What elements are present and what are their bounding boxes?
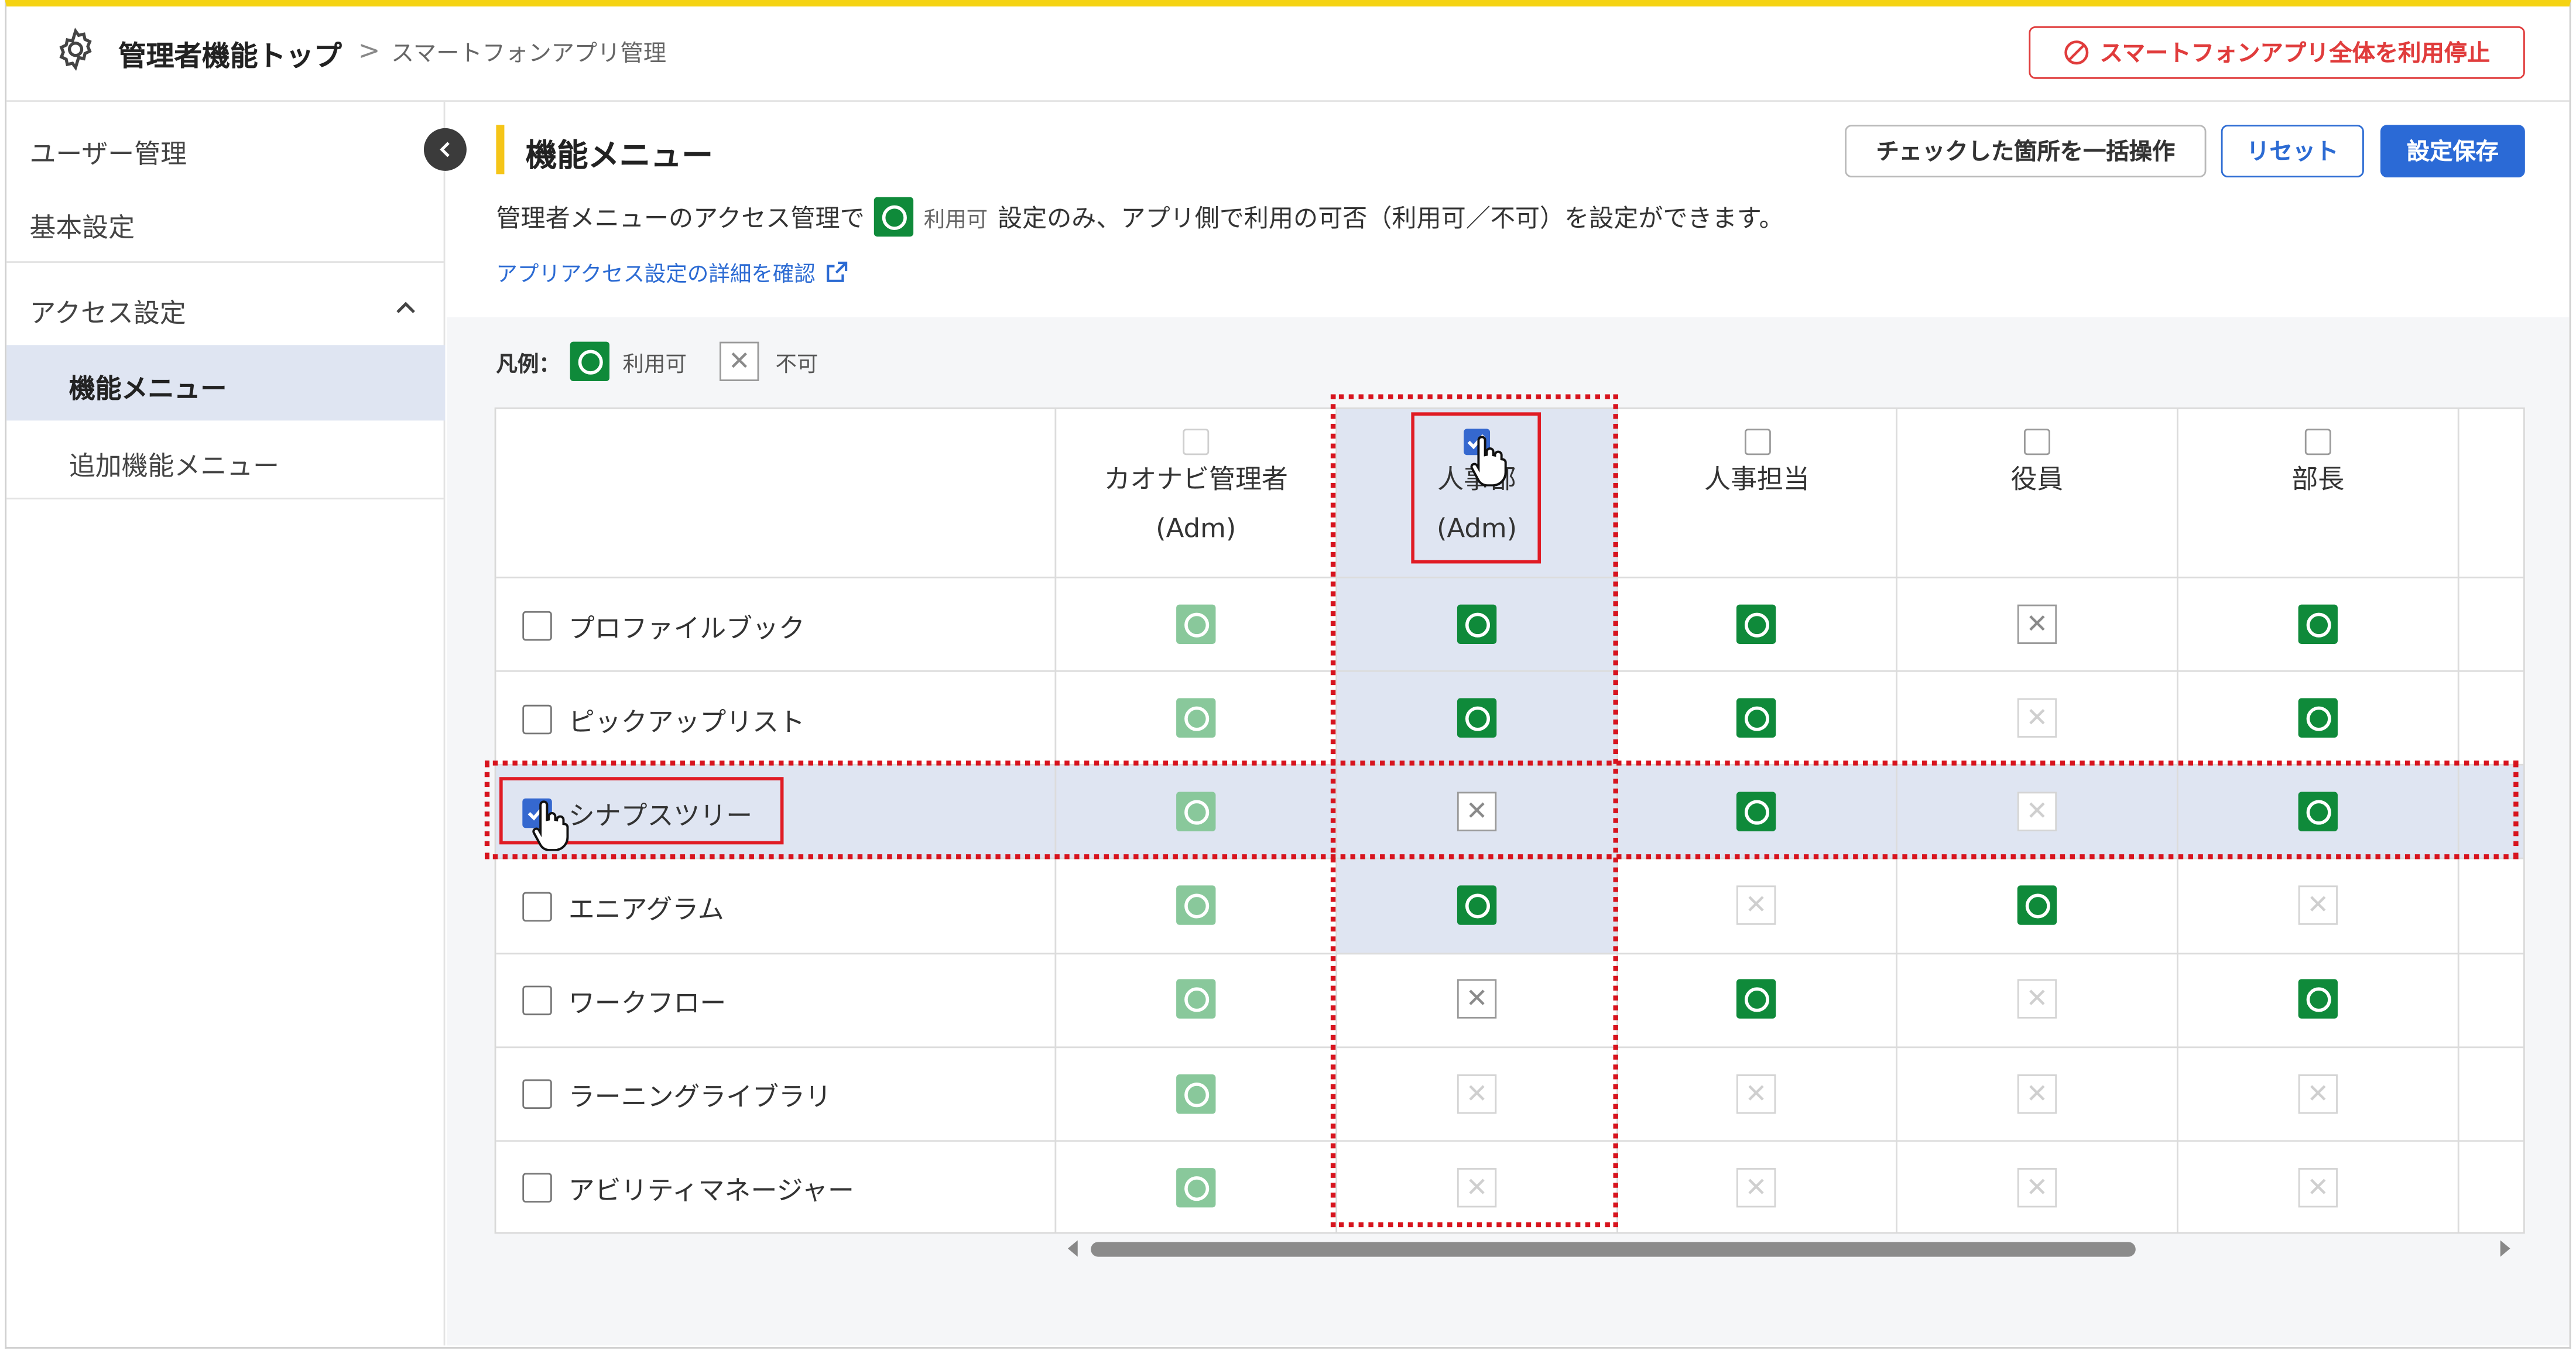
- table-row-label: ピックアップリスト: [522, 700, 805, 739]
- ok-icon: [570, 341, 610, 381]
- column-checkbox[interactable]: [2304, 429, 2331, 455]
- app-root: 管理者機能トップ > スマートフォンアプリ管理 スマートフォンアプリ全体を利用停…: [0, 0, 2576, 1353]
- page-title: 機能メニュー: [525, 138, 713, 174]
- ng-icon[interactable]: ✕: [2017, 979, 2057, 1019]
- ng-icon[interactable]: ✕: [2298, 1074, 2338, 1114]
- row-name: ワークフロー: [568, 987, 727, 1019]
- stop-app-label: スマートフォンアプリ全体を利用停止: [2099, 41, 2491, 68]
- column-header: カオナビ管理者 (Adm): [1056, 409, 1335, 577]
- description-before: 管理者メニューのアクセス管理で: [496, 203, 865, 233]
- ok-icon[interactable]: [1176, 698, 1216, 738]
- chevron-left-icon: [440, 142, 450, 157]
- sidebar: ユーザー管理 基本設定 アクセス設定 機能メニュー 追加機能メニュー: [6, 101, 446, 1346]
- sidebar-item-additional-menu[interactable]: 追加機能メニュー: [69, 444, 279, 483]
- access-detail-link[interactable]: アプリアクセス設定の詳細を確認: [496, 256, 849, 287]
- ng-icon[interactable]: ✕: [1736, 1168, 1776, 1208]
- scroll-left-arrow-icon[interactable]: [1067, 1240, 1078, 1257]
- ng-icon[interactable]: ✕: [2017, 1074, 2057, 1114]
- hand-pointer-icon: [532, 800, 569, 851]
- ng-icon[interactable]: ✕: [2017, 698, 2057, 738]
- legend-label: 凡例：: [496, 352, 560, 377]
- row-checkbox[interactable]: [522, 892, 552, 922]
- hand-pointer-icon: [1470, 436, 1507, 487]
- ok-icon[interactable]: [1736, 979, 1776, 1019]
- ok-icon[interactable]: [1176, 604, 1216, 644]
- ng-icon[interactable]: ✕: [1736, 1074, 1776, 1114]
- ok-icon[interactable]: [1176, 1074, 1216, 1114]
- ng-icon[interactable]: ✕: [1736, 885, 1776, 925]
- column-name: 役員: [2010, 463, 2064, 495]
- column-checkbox[interactable]: [1183, 429, 1210, 455]
- ok-icon[interactable]: [2017, 885, 2057, 925]
- ok-icon[interactable]: [1736, 604, 1776, 644]
- column-name: カオナビ管理者: [1104, 463, 1288, 495]
- scroll-right-arrow-icon[interactable]: [2500, 1240, 2510, 1257]
- sidebar-item-user-management[interactable]: ユーザー管理: [30, 131, 187, 170]
- sidebar-item-access-settings[interactable]: アクセス設定: [30, 291, 186, 330]
- save-button[interactable]: 設定保存: [2380, 125, 2525, 178]
- ok-icon[interactable]: [1176, 885, 1216, 925]
- description-after: 設定のみ、アプリ側で利用の可否（利用可／不可）を設定ができます。: [998, 203, 1784, 233]
- reset-button[interactable]: リセット: [2221, 125, 2364, 178]
- row-checkbox[interactable]: [522, 611, 552, 641]
- ok-icon[interactable]: [2298, 698, 2338, 738]
- ng-icon: ✕: [720, 341, 759, 381]
- row-checkbox[interactable]: [522, 1173, 552, 1203]
- ok-icon[interactable]: [2298, 979, 2338, 1019]
- column-checkbox[interactable]: [1743, 429, 1770, 455]
- title-accent-bar: [496, 125, 505, 174]
- breadcrumb-top-link[interactable]: 管理者機能トップ: [118, 33, 342, 74]
- legend-ok-label: 利用可: [622, 352, 687, 377]
- row-checkbox[interactable]: [522, 985, 552, 1016]
- row-name: ピックアップリスト: [568, 706, 805, 738]
- description-ok-label: 利用可: [923, 207, 988, 233]
- access-detail-link-label: アプリアクセス設定の詳細を確認: [496, 262, 816, 288]
- ng-icon[interactable]: ✕: [2017, 604, 2057, 644]
- table-row-label: ワークフロー: [522, 981, 726, 1020]
- sidebar-item-basic-settings[interactable]: 基本設定: [30, 205, 135, 245]
- row-name: プロファイルブック: [568, 612, 805, 644]
- table-row-label: ラーニングライブラリ: [522, 1074, 831, 1114]
- legend-ng-label: 不可: [775, 352, 818, 377]
- table-row-label: アビリティマネージャー: [522, 1168, 854, 1207]
- row-checkbox[interactable]: [522, 704, 552, 735]
- table-row-label: エニアグラム: [522, 887, 724, 926]
- breadcrumb-separator: >: [358, 34, 381, 66]
- ng-icon[interactable]: ✕: [2017, 1168, 2057, 1208]
- bulk-operation-button[interactable]: チェックした箇所を一括操作: [1845, 125, 2207, 178]
- ok-icon[interactable]: [1176, 979, 1216, 1019]
- column-sub: (Adm): [1156, 512, 1236, 544]
- stop-app-button[interactable]: スマートフォンアプリ全体を利用停止: [2029, 26, 2525, 79]
- prohibited-icon: [2064, 40, 2089, 65]
- breadcrumb-current: スマートフォンアプリ管理: [390, 41, 667, 68]
- external-link-icon: [827, 261, 848, 282]
- row-callout: [484, 761, 2519, 859]
- row-name: エニアグラム: [568, 893, 724, 925]
- sidebar-divider: [6, 261, 446, 263]
- ng-icon[interactable]: ✕: [2298, 885, 2338, 925]
- ng-icon[interactable]: ✕: [2298, 1168, 2338, 1208]
- column-header: 部長: [2178, 409, 2458, 577]
- column-header: 役員: [1897, 409, 2177, 577]
- table-row-label: プロファイルブック: [522, 606, 805, 645]
- column-name: 部長: [2291, 463, 2345, 495]
- row-name: ラーニングライブラリ: [568, 1081, 831, 1112]
- legend: 凡例： 利用可 ✕ 不可: [496, 341, 818, 381]
- column-checkbox[interactable]: [2023, 429, 2050, 455]
- gear-icon[interactable]: [53, 26, 99, 73]
- ok-icon[interactable]: [1176, 1168, 1216, 1208]
- row-name: アビリティマネージャー: [568, 1174, 854, 1206]
- ok-icon: [874, 197, 914, 237]
- row-checkbox[interactable]: [522, 1079, 552, 1109]
- chevron-up-icon[interactable]: [394, 299, 417, 316]
- ok-icon[interactable]: [1736, 698, 1776, 738]
- column-header: 人事担当: [1618, 409, 1896, 577]
- description: 管理者メニューのアクセス管理で 利用可 設定のみ、アプリ側で利用の可否（利用可／…: [496, 197, 1784, 237]
- ok-icon[interactable]: [2298, 604, 2338, 644]
- sidebar-item-function-menu[interactable]: 機能メニュー: [69, 366, 227, 406]
- scrollbar-thumb[interactable]: [1091, 1242, 2136, 1257]
- column-name: 人事担当: [1704, 463, 1810, 495]
- sidebar-collapse-button[interactable]: [423, 128, 467, 171]
- sidebar-divider: [6, 498, 446, 500]
